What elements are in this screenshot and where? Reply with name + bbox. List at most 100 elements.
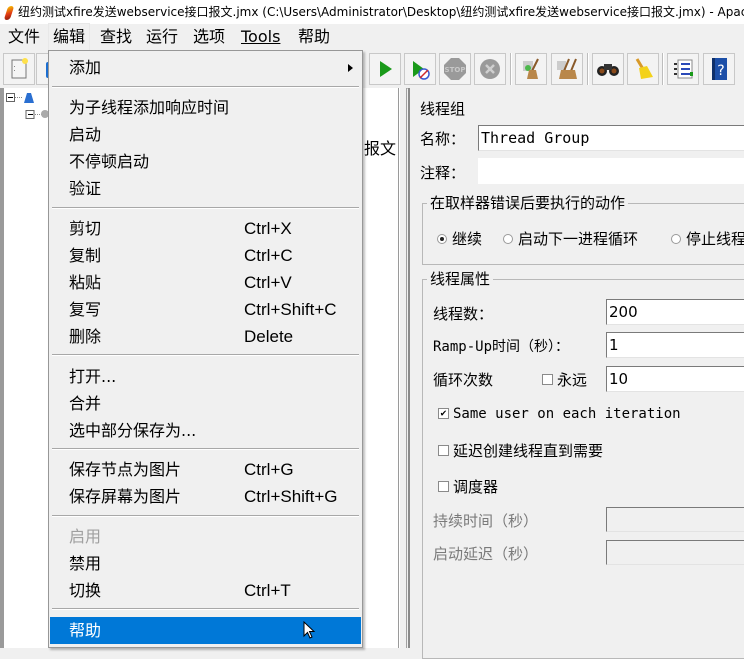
menu-separator: [52, 515, 359, 517]
radio-continue[interactable]: 继续: [437, 228, 482, 249]
start-icon: [380, 61, 392, 77]
new-button[interactable]: [3, 53, 35, 85]
menu-item-save-screen-as-image[interactable]: 保存屏幕为图片 Ctrl+Shift+G: [50, 483, 361, 510]
menu-separator: [52, 608, 359, 610]
menu-item-shortcut: Ctrl+C: [244, 246, 293, 265]
menu-item-merge[interactable]: 合并: [50, 390, 361, 417]
loop-count-input[interactable]: 10: [606, 366, 744, 392]
delay-thread-creation-label: 延迟创建线程直到需要: [453, 442, 604, 460]
shutdown-button[interactable]: [474, 53, 506, 85]
menu-item-validate[interactable]: 验证: [50, 175, 361, 202]
comment-input[interactable]: [478, 158, 744, 184]
duration-label: 持续时间（秒）: [433, 512, 539, 530]
forever-checkbox[interactable]: 永远: [542, 369, 587, 390]
checkbox-unchecked-icon: [438, 445, 449, 456]
reset-search-button[interactable]: [627, 53, 659, 85]
tree-node-partial-label: 报文: [364, 139, 397, 158]
clear-icon: [523, 58, 539, 79]
radio-stop-thread[interactable]: 停止线程: [671, 228, 744, 249]
menu-item-duplicate[interactable]: 复写 Ctrl+Shift+C: [50, 296, 361, 323]
menu-item-label: 复制: [69, 246, 102, 265]
menu-item-label: 为子线程添加响应时间: [69, 98, 230, 117]
edit-menu-dropdown: 添加 为子线程添加响应时间 启动 不停顿启动 验证 剪切 Ctrl+X 复制 Ctr…: [48, 50, 363, 648]
forever-label: 永远: [557, 371, 588, 389]
menu-tools[interactable]: Tools: [237, 24, 284, 50]
menu-item-enable[interactable]: 启用: [50, 523, 361, 550]
menu-item-paste[interactable]: 粘贴 Ctrl+V: [50, 269, 361, 296]
function-helper-button[interactable]: [667, 53, 699, 85]
loop-count-label: 循环次数: [433, 371, 494, 389]
delay-thread-creation-checkbox[interactable]: 延迟创建线程直到需要: [438, 440, 603, 461]
radio-start-next-loop-label: 启动下一进程循环: [518, 230, 639, 248]
menu-item-add-response-time[interactable]: 为子线程添加响应时间: [50, 94, 361, 121]
stop-icon-label: STOP: [445, 66, 466, 74]
threads-input[interactable]: 200: [606, 299, 744, 325]
menu-item-label: 粘贴: [69, 273, 102, 292]
rampup-input[interactable]: 1: [606, 332, 744, 358]
menu-item-cut[interactable]: 剪切 Ctrl+X: [50, 215, 361, 242]
new-file-icon: [11, 58, 28, 79]
menu-run[interactable]: 运行: [142, 24, 182, 50]
menu-item-start[interactable]: 启动: [50, 121, 361, 148]
stop-icon: STOP: [444, 58, 466, 80]
menu-item-copy[interactable]: 复制 Ctrl+C: [50, 242, 361, 269]
menu-search[interactable]: 查找: [96, 24, 136, 50]
help-book-icon: ?: [712, 58, 727, 80]
menu-item-delete[interactable]: 删除 Delete: [50, 323, 361, 350]
radio-selected-icon: [437, 233, 447, 244]
menu-file[interactable]: 文件: [4, 24, 44, 50]
name-label: 名称：: [420, 130, 466, 148]
radio-continue-label: 继续: [452, 230, 483, 248]
clear-all-button[interactable]: [551, 53, 583, 85]
help-button[interactable]: ?: [703, 53, 735, 85]
search-button[interactable]: [592, 53, 624, 85]
menu-item-open[interactable]: 打开...: [50, 363, 361, 390]
name-input[interactable]: Thread Group: [478, 125, 744, 151]
menu-item-label: 合并: [69, 394, 102, 413]
menu-item-shortcut: Delete: [244, 327, 294, 346]
same-user-checkbox[interactable]: ✔ Same user on each iteration: [438, 406, 681, 422]
menu-item-shortcut: Ctrl+Shift+G: [244, 487, 338, 506]
startup-delay-label: 启动延迟（秒）: [433, 545, 539, 563]
menu-item-label: 启动: [69, 125, 102, 144]
menu-edit[interactable]: 编辑: [48, 23, 91, 51]
comment-label: 注释：: [420, 164, 466, 182]
scheduler-label: 调度器: [453, 478, 499, 496]
thread-properties-legend: 线程属性: [427, 269, 494, 289]
help-icon-label: ?: [717, 63, 724, 79]
clear-button[interactable]: [515, 53, 547, 85]
error-action-legend: 在取样器错误后要执行的动作: [427, 193, 629, 213]
window-title: 纽约测试xfire发送webservice接口报文.jmx (C:\Users\…: [18, 5, 744, 19]
menu-item-label: 帮助: [69, 621, 102, 640]
submenu-arrow-icon: [348, 64, 353, 72]
clear-all-icon: [557, 58, 577, 79]
stop-button[interactable]: STOP: [439, 53, 471, 85]
menu-item-label: 禁用: [69, 554, 102, 573]
menu-item-label: 验证: [69, 179, 102, 198]
menu-separator: [52, 86, 359, 88]
menu-item-shortcut: Ctrl+V: [244, 273, 292, 292]
toolbar-separator: [510, 53, 512, 85]
checkbox-unchecked-icon: [438, 481, 449, 492]
menu-item-toggle[interactable]: 切换 Ctrl+T: [50, 577, 361, 604]
radio-unselected-icon: [671, 233, 681, 244]
menu-item-save-selection-as[interactable]: 选中部分保存为...: [50, 417, 361, 444]
menu-item-disable[interactable]: 禁用: [50, 550, 361, 577]
tree-border: [0, 88, 4, 648]
menu-item-save-node-as-image[interactable]: 保存节点为图片 Ctrl+G: [50, 456, 361, 483]
start-no-pauses-button[interactable]: [404, 53, 436, 85]
start-button[interactable]: [369, 53, 401, 85]
toolbar-separator: [662, 53, 664, 85]
duration-input[interactable]: [606, 507, 744, 532]
pane-splitter[interactable]: [399, 88, 407, 648]
radio-start-next-loop[interactable]: 启动下一进程循环: [503, 228, 638, 249]
menu-help[interactable]: 帮助: [294, 24, 334, 50]
menu-item-start-no-pauses[interactable]: 不停顿启动: [50, 148, 361, 175]
menu-separator: [52, 354, 359, 356]
menu-item-add[interactable]: 添加: [50, 54, 361, 81]
rampup-label: Ramp-Up时间（秒）：: [433, 339, 570, 355]
threads-label: 线程数：: [433, 305, 494, 323]
menu-options[interactable]: 选项: [189, 24, 229, 50]
startup-delay-input[interactable]: [606, 540, 744, 565]
scheduler-checkbox[interactable]: 调度器: [438, 476, 498, 497]
